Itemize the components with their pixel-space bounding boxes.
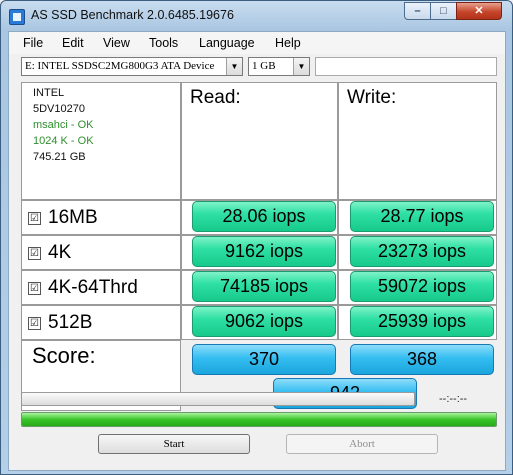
overall-progress-bar: [21, 412, 497, 427]
menu-view[interactable]: View: [103, 36, 130, 50]
app-window: AS SSD Benchmark 2.0.6485.19676 – □ ✕ Fi…: [0, 0, 513, 475]
title-bar[interactable]: AS SSD Benchmark 2.0.6485.19676 – □ ✕: [1, 1, 512, 31]
alignment-status: 1024 K - OK: [33, 135, 94, 147]
close-button[interactable]: ✕: [456, 2, 502, 20]
checkbox-4k[interactable]: ☑: [28, 247, 41, 260]
elapsed-time: --:--:--: [439, 393, 468, 405]
drive-select[interactable]: E: INTEL SSDSC2MG800G3 ATA Device ▼: [21, 57, 243, 76]
abort-button[interactable]: Abort: [286, 434, 438, 454]
test-progress-bar: [21, 392, 415, 406]
drive-info-panel: INTEL 5DV10270 msahci - OK 1024 K - OK 7…: [21, 82, 181, 200]
drive-capacity: 745.21 GB: [33, 151, 86, 163]
test-label: 4K: [48, 242, 72, 263]
read-column: Read:: [181, 82, 338, 200]
checkbox-16mb[interactable]: ☑: [28, 212, 41, 225]
minimize-button[interactable]: –: [404, 2, 431, 20]
overall-progress-fill: [22, 413, 496, 426]
menu-help[interactable]: Help: [275, 36, 301, 50]
driver-status: msahci - OK: [33, 119, 94, 131]
size-select[interactable]: 1 GB ▼: [248, 57, 310, 76]
client-area: File Edit View Tools Language Help E: IN…: [8, 31, 506, 471]
menu-edit[interactable]: Edit: [62, 36, 84, 50]
read-header: Read:: [190, 87, 241, 108]
size-select-value: 1 GB: [252, 60, 276, 72]
checkbox-512b[interactable]: ☑: [28, 317, 41, 330]
write-result-4k: 23273 iops: [350, 236, 494, 267]
results-grid: INTEL 5DV10270 msahci - OK 1024 K - OK 7…: [21, 82, 497, 411]
write-header: Write:: [347, 87, 397, 108]
drive-select-value: E: INTEL SSDSC2MG800G3 ATA Device: [25, 60, 215, 72]
read-result-4k-64thrd: 74185 iops: [192, 271, 336, 302]
write-result-4k-64thrd: 59072 iops: [350, 271, 494, 302]
drive-firmware: 5DV10270: [33, 103, 85, 115]
test-row-512b: ☑ 512B: [21, 305, 181, 340]
test-row-4k-64thrd: ☑ 4K-64Thrd: [21, 270, 181, 305]
app-icon: [9, 9, 25, 25]
write-score: 368: [350, 344, 494, 375]
menu-file[interactable]: File: [23, 36, 43, 50]
menu-bar: File Edit View Tools Language Help: [9, 32, 505, 54]
chevron-down-icon: ▼: [226, 58, 242, 75]
read-result-4k: 9162 iops: [192, 236, 336, 267]
read-score: 370: [192, 344, 336, 375]
chevron-down-icon: ▼: [293, 58, 309, 75]
test-label: 16MB: [48, 207, 98, 228]
read-result-16mb: 28.06 iops: [192, 201, 336, 232]
test-label: 4K-64Thrd: [48, 277, 138, 298]
menu-language[interactable]: Language: [199, 36, 255, 50]
test-row-16mb: ☑ 16MB: [21, 200, 181, 235]
menu-tools[interactable]: Tools: [149, 36, 178, 50]
test-row-4k: ☑ 4K: [21, 235, 181, 270]
start-button[interactable]: Start: [98, 434, 250, 454]
write-result-512b: 25939 iops: [350, 306, 494, 337]
write-result-16mb: 28.77 iops: [350, 201, 494, 232]
write-column: Write:: [338, 82, 497, 200]
checkbox-4k-64thrd[interactable]: ☑: [28, 282, 41, 295]
read-result-512b: 9062 iops: [192, 306, 336, 337]
window-title: AS SSD Benchmark 2.0.6485.19676: [31, 8, 234, 22]
score-label: Score:: [32, 343, 96, 368]
drive-vendor: INTEL: [33, 87, 65, 99]
test-label: 512B: [48, 312, 93, 333]
extra-input[interactable]: [315, 57, 497, 76]
maximize-button[interactable]: □: [430, 2, 457, 20]
